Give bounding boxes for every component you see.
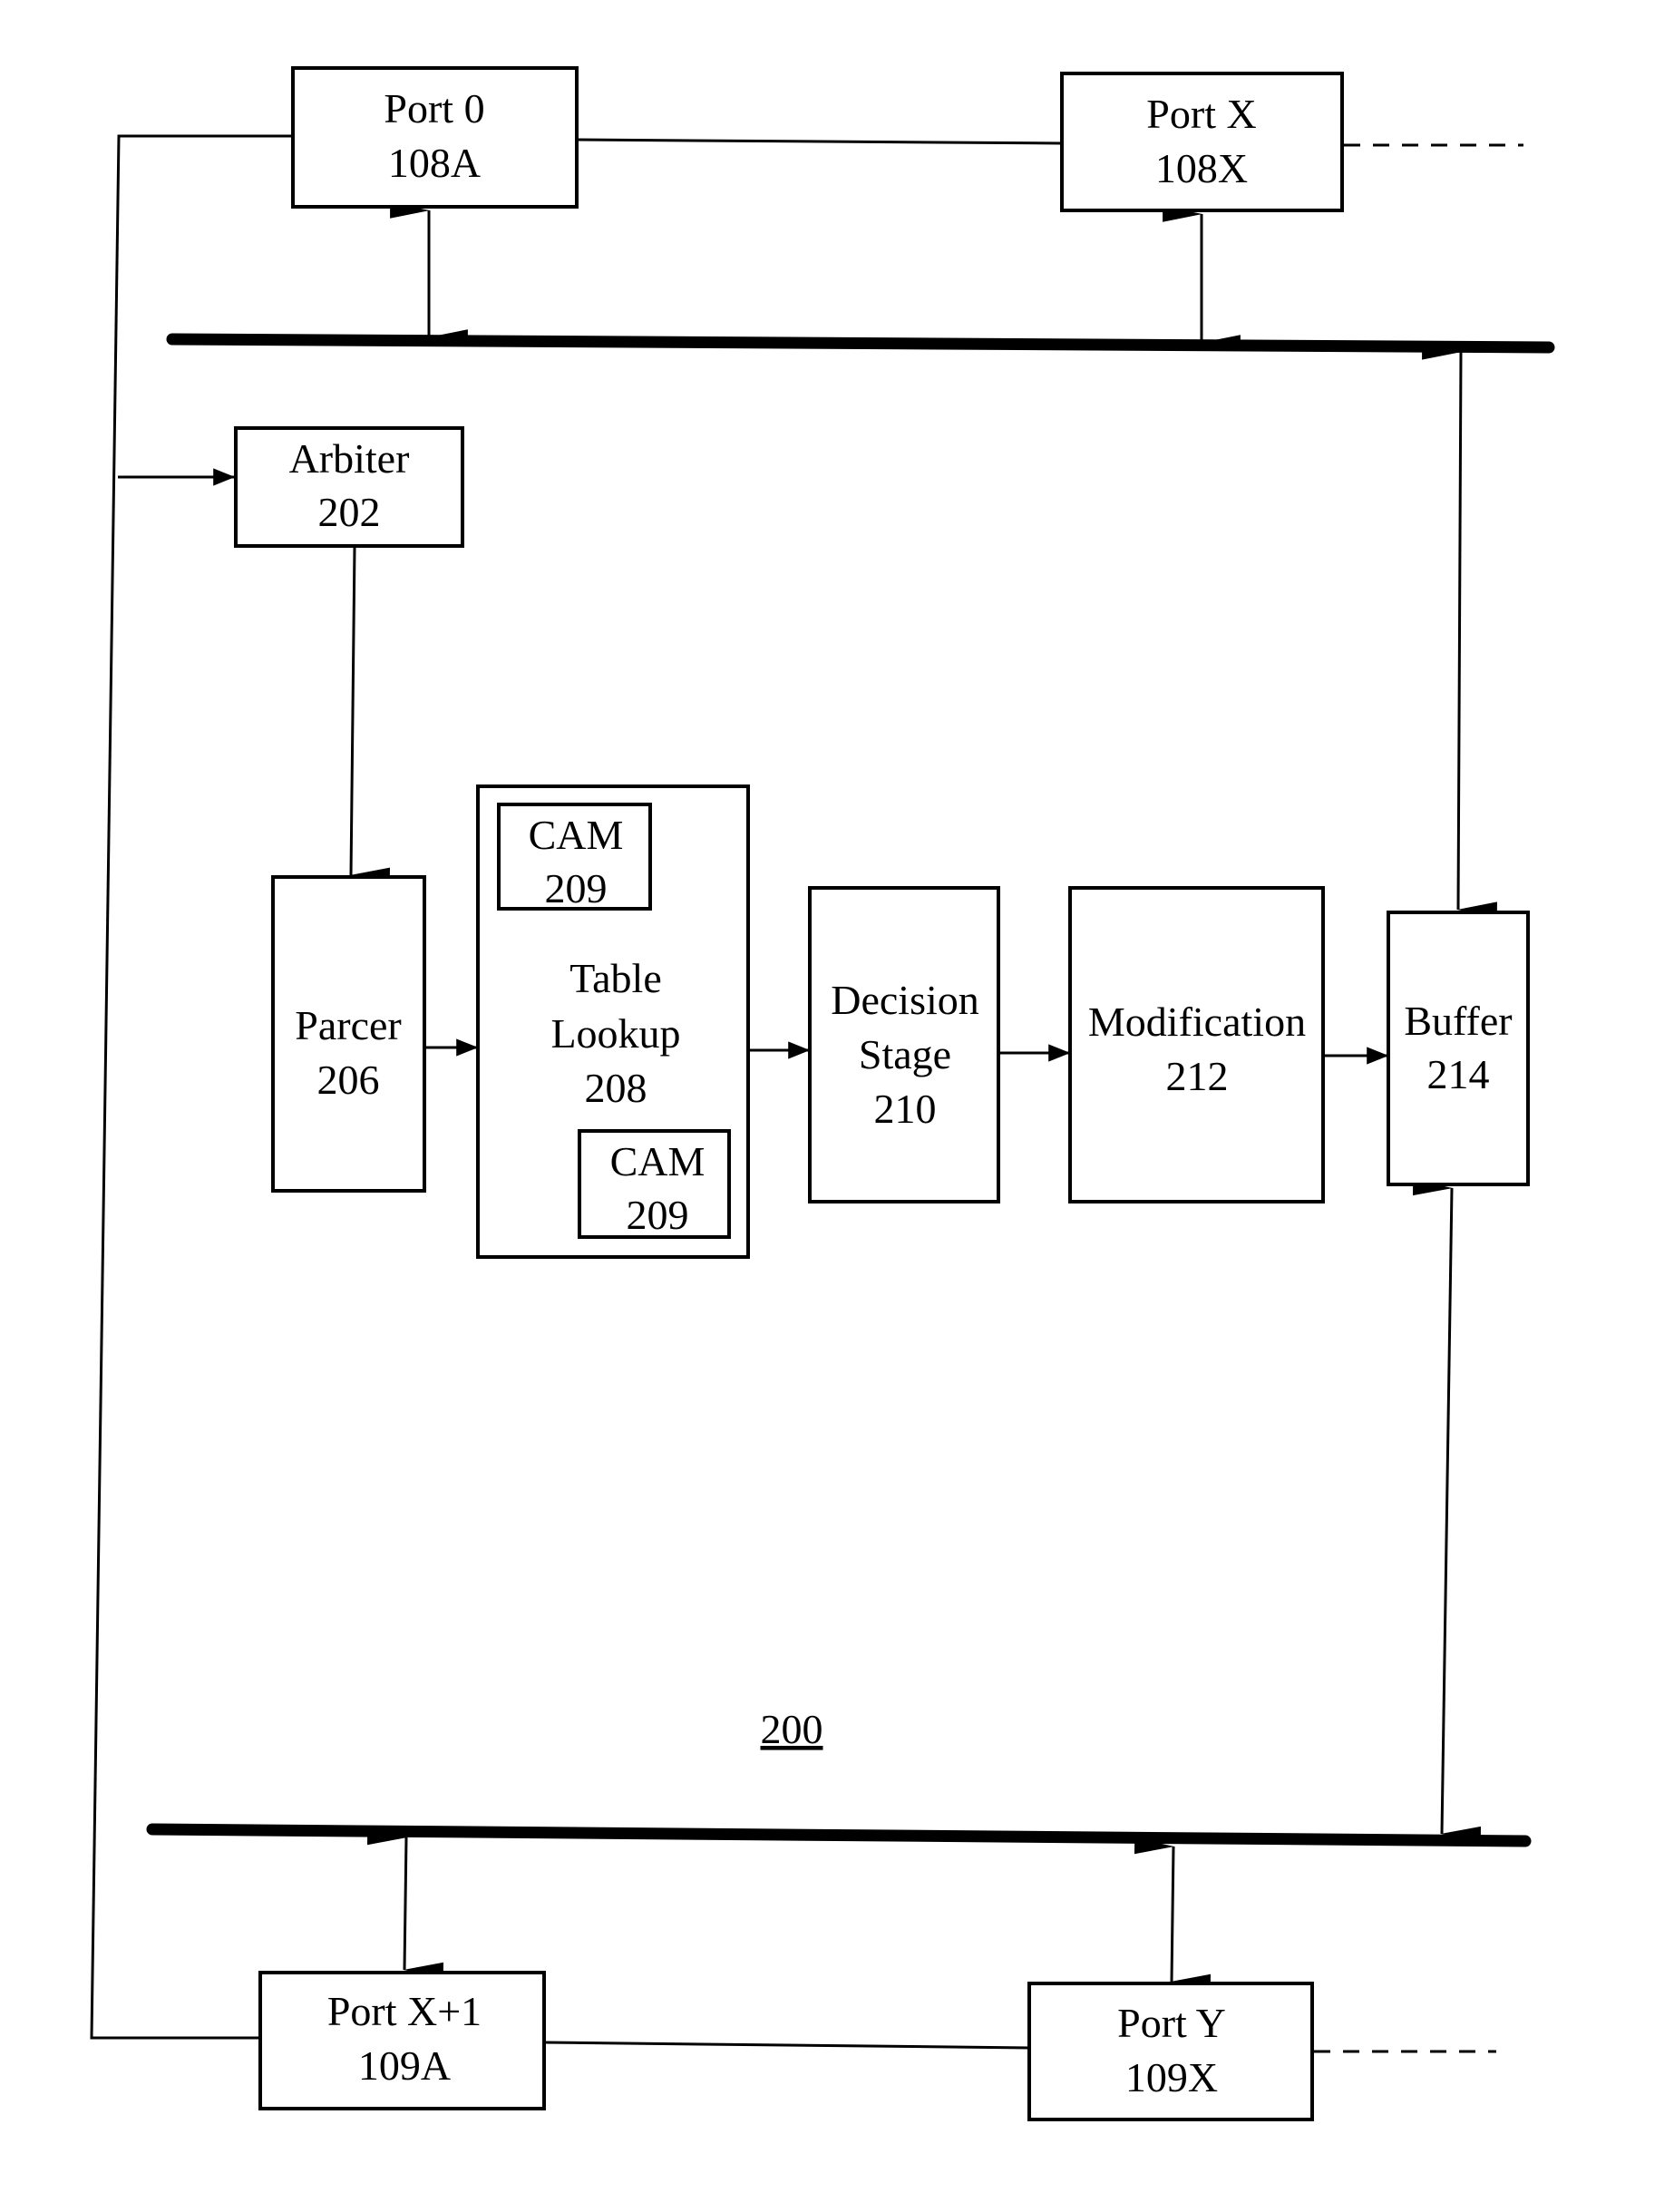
top-bus bbox=[166, 333, 1555, 354]
decision-line2: Stage bbox=[859, 1031, 951, 1077]
port-x-plus-1-block: Port X+1 109A bbox=[258, 1971, 546, 2110]
cam-top-block: CAM 209 bbox=[497, 803, 652, 911]
cam-top-ref: 209 bbox=[545, 865, 608, 911]
parcer-ref: 206 bbox=[317, 1057, 380, 1103]
port-y-ref: 109X bbox=[1125, 2054, 1218, 2100]
parcer-block: Parcer 206 bbox=[271, 875, 426, 1193]
cam-bottom-name: CAM bbox=[610, 1138, 706, 1184]
arbiter-parcer-arrow bbox=[349, 547, 390, 884]
portx1-bus-bidirectional-arrow bbox=[366, 1828, 444, 1979]
modification-block: Modification 212 bbox=[1068, 886, 1325, 1203]
port-0-ref: 108A bbox=[388, 140, 481, 186]
table-lookup-line1: Table bbox=[569, 955, 662, 1001]
port-x-block: Port X 108X bbox=[1060, 72, 1344, 212]
port-y-name: Port Y bbox=[1117, 2000, 1226, 2046]
cam-bottom-ref: 209 bbox=[627, 1192, 689, 1238]
port-0-block: Port 0 108A bbox=[291, 66, 579, 209]
left-rail-line bbox=[90, 134, 293, 2040]
port-y-block: Port Y 109X bbox=[1027, 1982, 1314, 2121]
cam-bottom-block: CAM 209 bbox=[578, 1129, 731, 1239]
porty-bus-bidirectional-arrow bbox=[1134, 1837, 1212, 1991]
buffer-name: Buffer bbox=[1404, 998, 1512, 1044]
portx1-porty-link bbox=[543, 2041, 1030, 2050]
decision-line1: Decision bbox=[831, 977, 979, 1023]
port-x-name: Port X bbox=[1146, 91, 1256, 137]
modification-name: Modification bbox=[1088, 999, 1306, 1045]
buffer-topbus-bidirectional-arrow bbox=[1422, 343, 1497, 919]
arbiter-ref: 202 bbox=[318, 489, 381, 535]
modification-ref: 212 bbox=[1166, 1053, 1229, 1099]
buffer-bottombus-bidirectional-arrow bbox=[1412, 1179, 1482, 1843]
parcer-name: Parcer bbox=[295, 1002, 401, 1048]
port-x-plus-1-name: Port X+1 bbox=[327, 1988, 482, 2034]
port-x-ref: 108X bbox=[1155, 145, 1248, 191]
cam-top-name: CAM bbox=[529, 812, 624, 858]
port0-portx-link bbox=[576, 138, 1063, 145]
decision-ref: 210 bbox=[874, 1086, 937, 1132]
port-x-plus-1-ref: 109A bbox=[358, 2042, 451, 2089]
buffer-block: Buffer 214 bbox=[1387, 911, 1530, 1186]
arbiter-name: Arbiter bbox=[289, 435, 410, 482]
figure-label: 200 bbox=[761, 1706, 823, 1752]
decision-stage-block: Decision Stage 210 bbox=[808, 886, 1000, 1203]
table-lookup-line2: Lookup bbox=[550, 1010, 680, 1057]
port-0-name: Port 0 bbox=[384, 85, 484, 132]
buffer-ref: 214 bbox=[1427, 1051, 1490, 1097]
network-device-block-diagram: Port 0 108A Port X 108X Arbiter 202 Parc… bbox=[90, 66, 1555, 2121]
arbiter-block: Arbiter 202 bbox=[234, 426, 464, 548]
bottom-bus bbox=[146, 1823, 1532, 1847]
table-lookup-ref: 208 bbox=[585, 1065, 647, 1111]
